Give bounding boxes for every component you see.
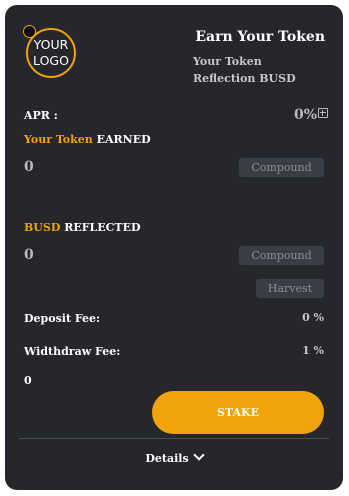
earned-label: Your Token EARNED bbox=[24, 133, 151, 146]
pool-card: YOUR LOGO Earn Your Token Your Token Ref… bbox=[5, 5, 343, 490]
stake-button[interactable]: STAKE bbox=[152, 391, 324, 434]
logo-text-line2: LOGO bbox=[33, 53, 69, 68]
earned-value: 0 bbox=[24, 159, 34, 175]
divider bbox=[19, 438, 329, 439]
pool-subtitle: Your Token Reflection BUSD bbox=[193, 53, 296, 87]
reflected-token-label: BUSD bbox=[24, 221, 61, 234]
logo-text-line1: YOUR bbox=[33, 37, 69, 53]
harvest-button[interactable]: Harvest bbox=[256, 279, 324, 298]
subtitle-line1: Your Token bbox=[193, 55, 262, 68]
deposit-fee-label: Deposit Fee: bbox=[24, 312, 101, 325]
subtitle-line2: Reflection BUSD bbox=[193, 72, 296, 85]
logo-badge-dot bbox=[23, 25, 36, 38]
earned-suffix-label: EARNED bbox=[96, 133, 151, 146]
apr-label: APR : bbox=[24, 109, 58, 122]
logo: YOUR LOGO bbox=[23, 25, 78, 80]
withdraw-fee-value: 1 % bbox=[302, 344, 324, 357]
reflected-suffix-label: REFLECTED bbox=[64, 221, 141, 234]
details-toggle[interactable]: Details bbox=[5, 449, 343, 465]
earned-token-label: Your Token bbox=[24, 133, 93, 146]
deposit-fee-value: 0 % bbox=[302, 311, 324, 324]
reflected-compound-button[interactable]: Compound bbox=[239, 246, 324, 265]
apr-value: 0% bbox=[293, 107, 317, 123]
calculator-icon[interactable] bbox=[318, 108, 328, 118]
details-label: Details bbox=[145, 452, 189, 465]
pool-title: Earn Your Token bbox=[195, 29, 325, 45]
reflected-value: 0 bbox=[24, 247, 34, 263]
chevron-down-icon bbox=[192, 449, 205, 461]
earned-compound-button[interactable]: Compound bbox=[239, 158, 324, 177]
staked-value: 0 bbox=[24, 374, 32, 387]
reflected-label: BUSD REFLECTED bbox=[24, 221, 141, 234]
withdraw-fee-label: Widthdraw Fee: bbox=[24, 345, 121, 358]
apr-value-wrap: 0% bbox=[294, 107, 328, 123]
